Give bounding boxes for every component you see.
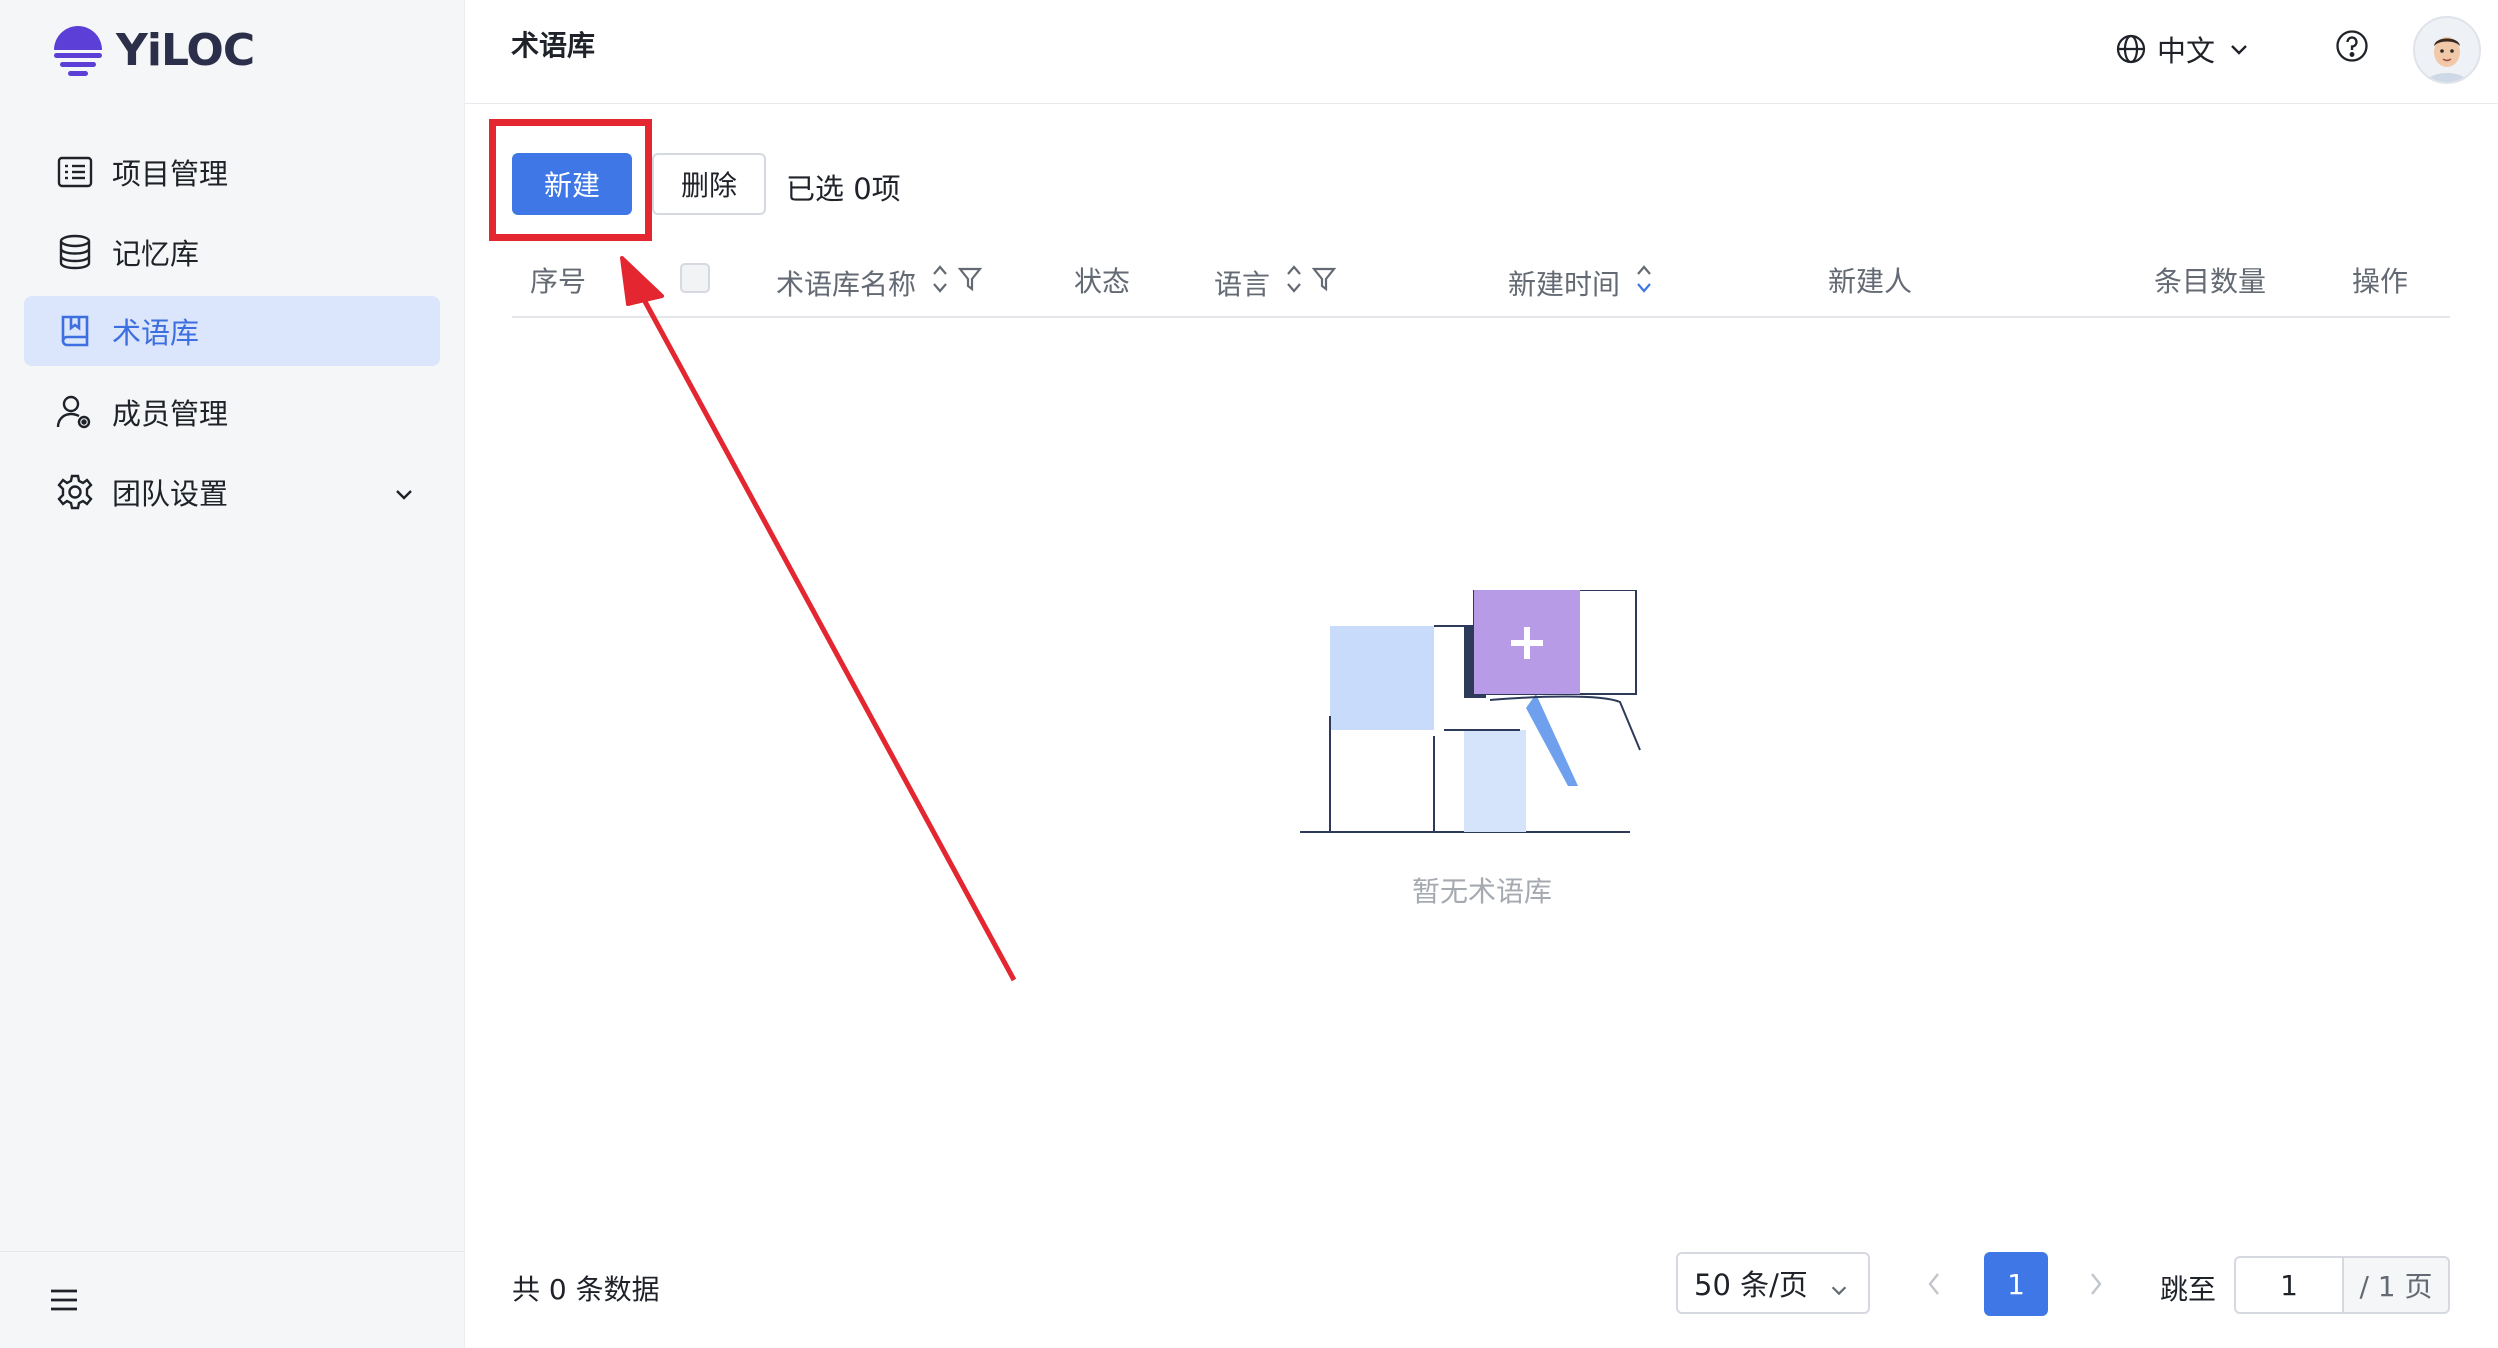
page-size-value: 50 条/页 <box>1694 1268 1808 1302</box>
sidebar-item-members[interactable]: 成员管理 <box>24 377 440 447</box>
column-actions: 操作 <box>2352 265 2409 298</box>
sort-icon[interactable] <box>930 260 950 305</box>
column-label: 新建时间 <box>1508 267 1621 301</box>
top-header: 术语库 中文 <box>465 0 2498 104</box>
help-icon[interactable] <box>2335 29 2369 63</box>
filter-icon[interactable] <box>957 266 983 299</box>
total-count: 共 0 条数据 <box>512 1273 660 1306</box>
new-termbase-button[interactable]: 新建 <box>512 153 632 215</box>
column-created-time: 新建时间 <box>1508 260 1654 305</box>
language-switcher[interactable]: 中文 <box>2115 28 2251 70</box>
column-status: 状态 <box>1074 265 1131 298</box>
delete-button[interactable]: 删除 <box>652 153 766 215</box>
total-pages-label: / 1 页 <box>2342 1256 2450 1314</box>
sidebar-item-label: 项目管理 <box>112 157 229 191</box>
sidebar-item-label: 术语库 <box>112 316 200 350</box>
column-label: 语言 <box>1214 267 1271 301</box>
language-label: 中文 <box>2157 34 2216 68</box>
column-label: 术语库名称 <box>776 267 917 301</box>
previous-page-icon[interactable] <box>1922 1266 1946 1306</box>
yiloc-logo-icon <box>54 26 102 76</box>
sidebar-footer <box>0 1251 464 1348</box>
column-entry-count: 条目数量 <box>2154 265 2267 298</box>
sidebar-item-projects[interactable]: 项目管理 <box>24 137 440 207</box>
jump-to-label: 跳至 <box>2160 1273 2217 1306</box>
page-button-current[interactable]: 1 <box>1984 1252 2048 1316</box>
column-name: 术语库名称 <box>776 260 983 305</box>
next-page-icon[interactable] <box>2084 1266 2108 1306</box>
page-size-select[interactable]: 50 条/页 <box>1676 1252 1870 1314</box>
selected-count: 已选 0项 <box>786 172 901 206</box>
empty-state-text: 暂无术语库 <box>1412 875 1553 908</box>
column-language: 语言 <box>1214 260 1337 305</box>
gear-icon <box>56 473 94 511</box>
chevron-down-icon <box>2231 45 2247 55</box>
sidebar-item-label: 成员管理 <box>112 397 229 431</box>
app-logo[interactable]: YiLOC <box>50 18 255 82</box>
database-icon <box>56 233 94 271</box>
empty-state-illustration <box>1300 590 1641 833</box>
project-list-icon <box>56 153 94 191</box>
sidebar-item-memory[interactable]: 记忆库 <box>24 217 440 287</box>
chevron-down-icon <box>1828 1274 1850 1308</box>
page-title: 术语库 <box>511 29 596 62</box>
sort-descending-icon[interactable] <box>1634 260 1654 305</box>
member-icon <box>56 393 94 431</box>
chevron-down-icon[interactable] <box>392 479 416 513</box>
select-all-checkbox[interactable] <box>680 263 710 293</box>
column-creator: 新建人 <box>1828 265 1913 298</box>
book-icon <box>56 312 94 350</box>
sidebar-item-label: 记忆库 <box>112 237 200 271</box>
sidebar-item-label: 团队设置 <box>112 477 229 511</box>
user-avatar[interactable] <box>2413 16 2481 84</box>
sidebar: YiLOC 项目管理 记忆库 术语库 成员管理 团队设置 <box>0 0 465 1348</box>
sidebar-item-team-settings[interactable]: 团队设置 <box>24 457 440 527</box>
filter-icon[interactable] <box>1311 266 1337 299</box>
column-index: 序号 <box>530 265 587 298</box>
sidebar-item-termbase[interactable]: 术语库 <box>24 296 440 366</box>
app-name: YiLOC <box>116 24 255 76</box>
globe-icon <box>2116 34 2146 64</box>
jump-page-input[interactable] <box>2234 1256 2342 1314</box>
sort-icon[interactable] <box>1284 260 1304 305</box>
menu-collapse-icon[interactable] <box>48 1284 80 1316</box>
table-header: 序号 术语库名称 状态 语言 新建时间 新建人 条目数量 操作 <box>512 246 2450 318</box>
